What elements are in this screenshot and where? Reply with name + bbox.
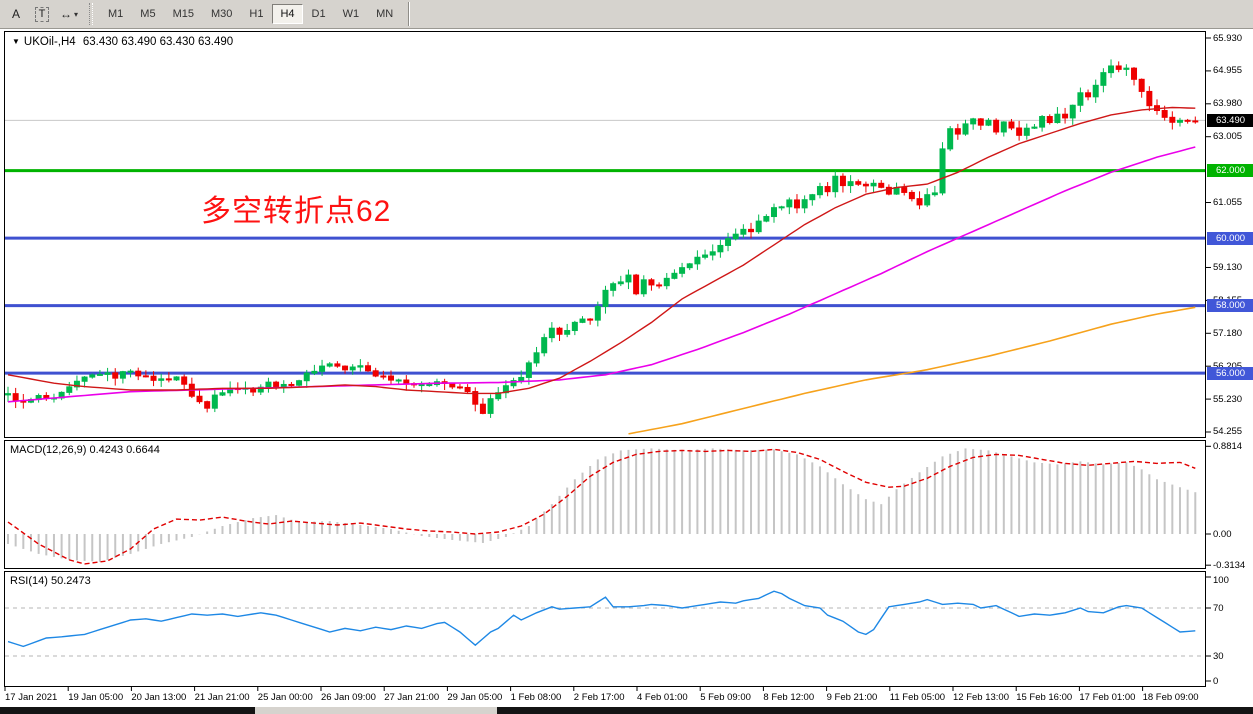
toolbar: A T ↔ ▾ M1M5M15M30H1H4D1W1MN — [0, 0, 1253, 29]
price-tick-label: 55.230 — [1213, 394, 1242, 405]
scrollbar-thumb[interactable] — [255, 707, 497, 714]
tf-button-mn[interactable]: MN — [368, 4, 401, 24]
text-tool-label: A — [12, 7, 20, 21]
price-badge-60.000: 60.000 — [1207, 232, 1253, 245]
date-label: 29 Jan 05:00 — [447, 692, 502, 703]
macd-pane[interactable] — [4, 440, 1206, 569]
rsi-tick-label: 0 — [1213, 676, 1218, 687]
date-label: 17 Feb 01:00 — [1079, 692, 1135, 703]
date-label: 2 Feb 17:00 — [574, 692, 625, 703]
chart-window: A T ↔ ▾ M1M5M15M30H1H4D1W1MN ▼ UKOil-,H4 … — [0, 0, 1253, 714]
date-label: 9 Feb 21:00 — [827, 692, 878, 703]
label-tool-icon: T — [35, 7, 50, 22]
price-tick-label: 64.955 — [1213, 65, 1242, 76]
rsi-tick-label: 100 — [1213, 575, 1229, 586]
tf-button-h1[interactable]: H1 — [241, 4, 271, 24]
rsi-tick-label: 30 — [1213, 651, 1224, 662]
price-tick-label: 63.005 — [1213, 131, 1242, 142]
horizontal-scrollbar — [0, 707, 1253, 714]
price-badge-62.000: 62.000 — [1207, 164, 1253, 177]
toolbar-grip — [89, 3, 93, 25]
date-label: 17 Jan 2021 — [5, 692, 57, 703]
date-label: 25 Jan 00:00 — [258, 692, 313, 703]
chevron-down-icon: ▾ — [74, 10, 78, 19]
date-label: 21 Jan 21:00 — [195, 692, 250, 703]
macd-tick-label: 0.8814 — [1213, 441, 1242, 452]
date-label: 12 Feb 13:00 — [953, 692, 1009, 703]
chart-title: ▼ UKOil-,H4 63.430 63.490 63.430 63.490 — [12, 36, 233, 48]
macd-tick-label: -0.3134 — [1213, 560, 1245, 571]
annotation-text[interactable]: 多空转折点62 — [201, 186, 391, 230]
price-tick-label: 57.180 — [1213, 328, 1242, 339]
date-label: 5 Feb 09:00 — [700, 692, 751, 703]
date-label: 15 Feb 16:00 — [1016, 692, 1072, 703]
tf-button-d1[interactable]: D1 — [304, 4, 334, 24]
price-tick-label: 54.255 — [1213, 426, 1242, 437]
tf-button-h4[interactable]: H4 — [272, 4, 302, 24]
price-badge-56.000: 56.000 — [1207, 367, 1253, 380]
tf-button-w1[interactable]: W1 — [335, 4, 368, 24]
price-badge-58.000: 58.000 — [1207, 299, 1253, 312]
tf-button-m1[interactable]: M1 — [100, 4, 131, 24]
date-label: 18 Feb 09:00 — [1143, 692, 1199, 703]
tf-button-m30[interactable]: M30 — [203, 4, 240, 24]
tf-button-m5[interactable]: M5 — [132, 4, 163, 24]
symbol-period: UKOil-,H4 — [24, 36, 76, 48]
ohlc-values: 63.430 63.490 63.430 63.490 — [83, 36, 233, 48]
date-label: 20 Jan 13:00 — [131, 692, 186, 703]
date-label: 4 Feb 01:00 — [637, 692, 688, 703]
arrows-icon: ↔ — [60, 7, 72, 21]
date-label: 1 Feb 08:00 — [511, 692, 562, 703]
macd-label: MACD(12,26,9) 0.4243 0.6644 — [10, 444, 160, 456]
price-tick-label: 63.980 — [1213, 98, 1242, 109]
rsi-label: RSI(14) 50.2473 — [10, 575, 91, 587]
price-badge-63.490: 63.490 — [1207, 114, 1253, 127]
date-label: 26 Jan 09:00 — [321, 692, 376, 703]
text-tool-button[interactable]: A — [4, 3, 28, 25]
rsi-pane[interactable] — [4, 571, 1206, 687]
timeframe-group: M1M5M15M30H1H4D1W1MN — [100, 4, 402, 24]
date-label: 19 Jan 05:00 — [68, 692, 123, 703]
toolbar-separator — [408, 2, 410, 26]
date-label: 11 Feb 05:00 — [890, 692, 945, 703]
tf-button-m15[interactable]: M15 — [165, 4, 202, 24]
price-tick-label: 61.055 — [1213, 197, 1242, 208]
label-tool-button[interactable]: T — [30, 3, 54, 25]
price-tick-label: 59.130 — [1213, 262, 1242, 273]
date-label: 27 Jan 21:00 — [384, 692, 439, 703]
arrows-tool-button[interactable]: ↔ ▾ — [56, 3, 82, 25]
date-label: 8 Feb 12:00 — [763, 692, 814, 703]
price-tick-label: 65.930 — [1213, 33, 1242, 44]
rsi-tick-label: 70 — [1213, 603, 1224, 614]
macd-tick-label: 0.00 — [1213, 529, 1232, 540]
price-chart-pane[interactable] — [4, 31, 1206, 438]
collapse-triangle-icon[interactable]: ▼ — [12, 37, 20, 46]
